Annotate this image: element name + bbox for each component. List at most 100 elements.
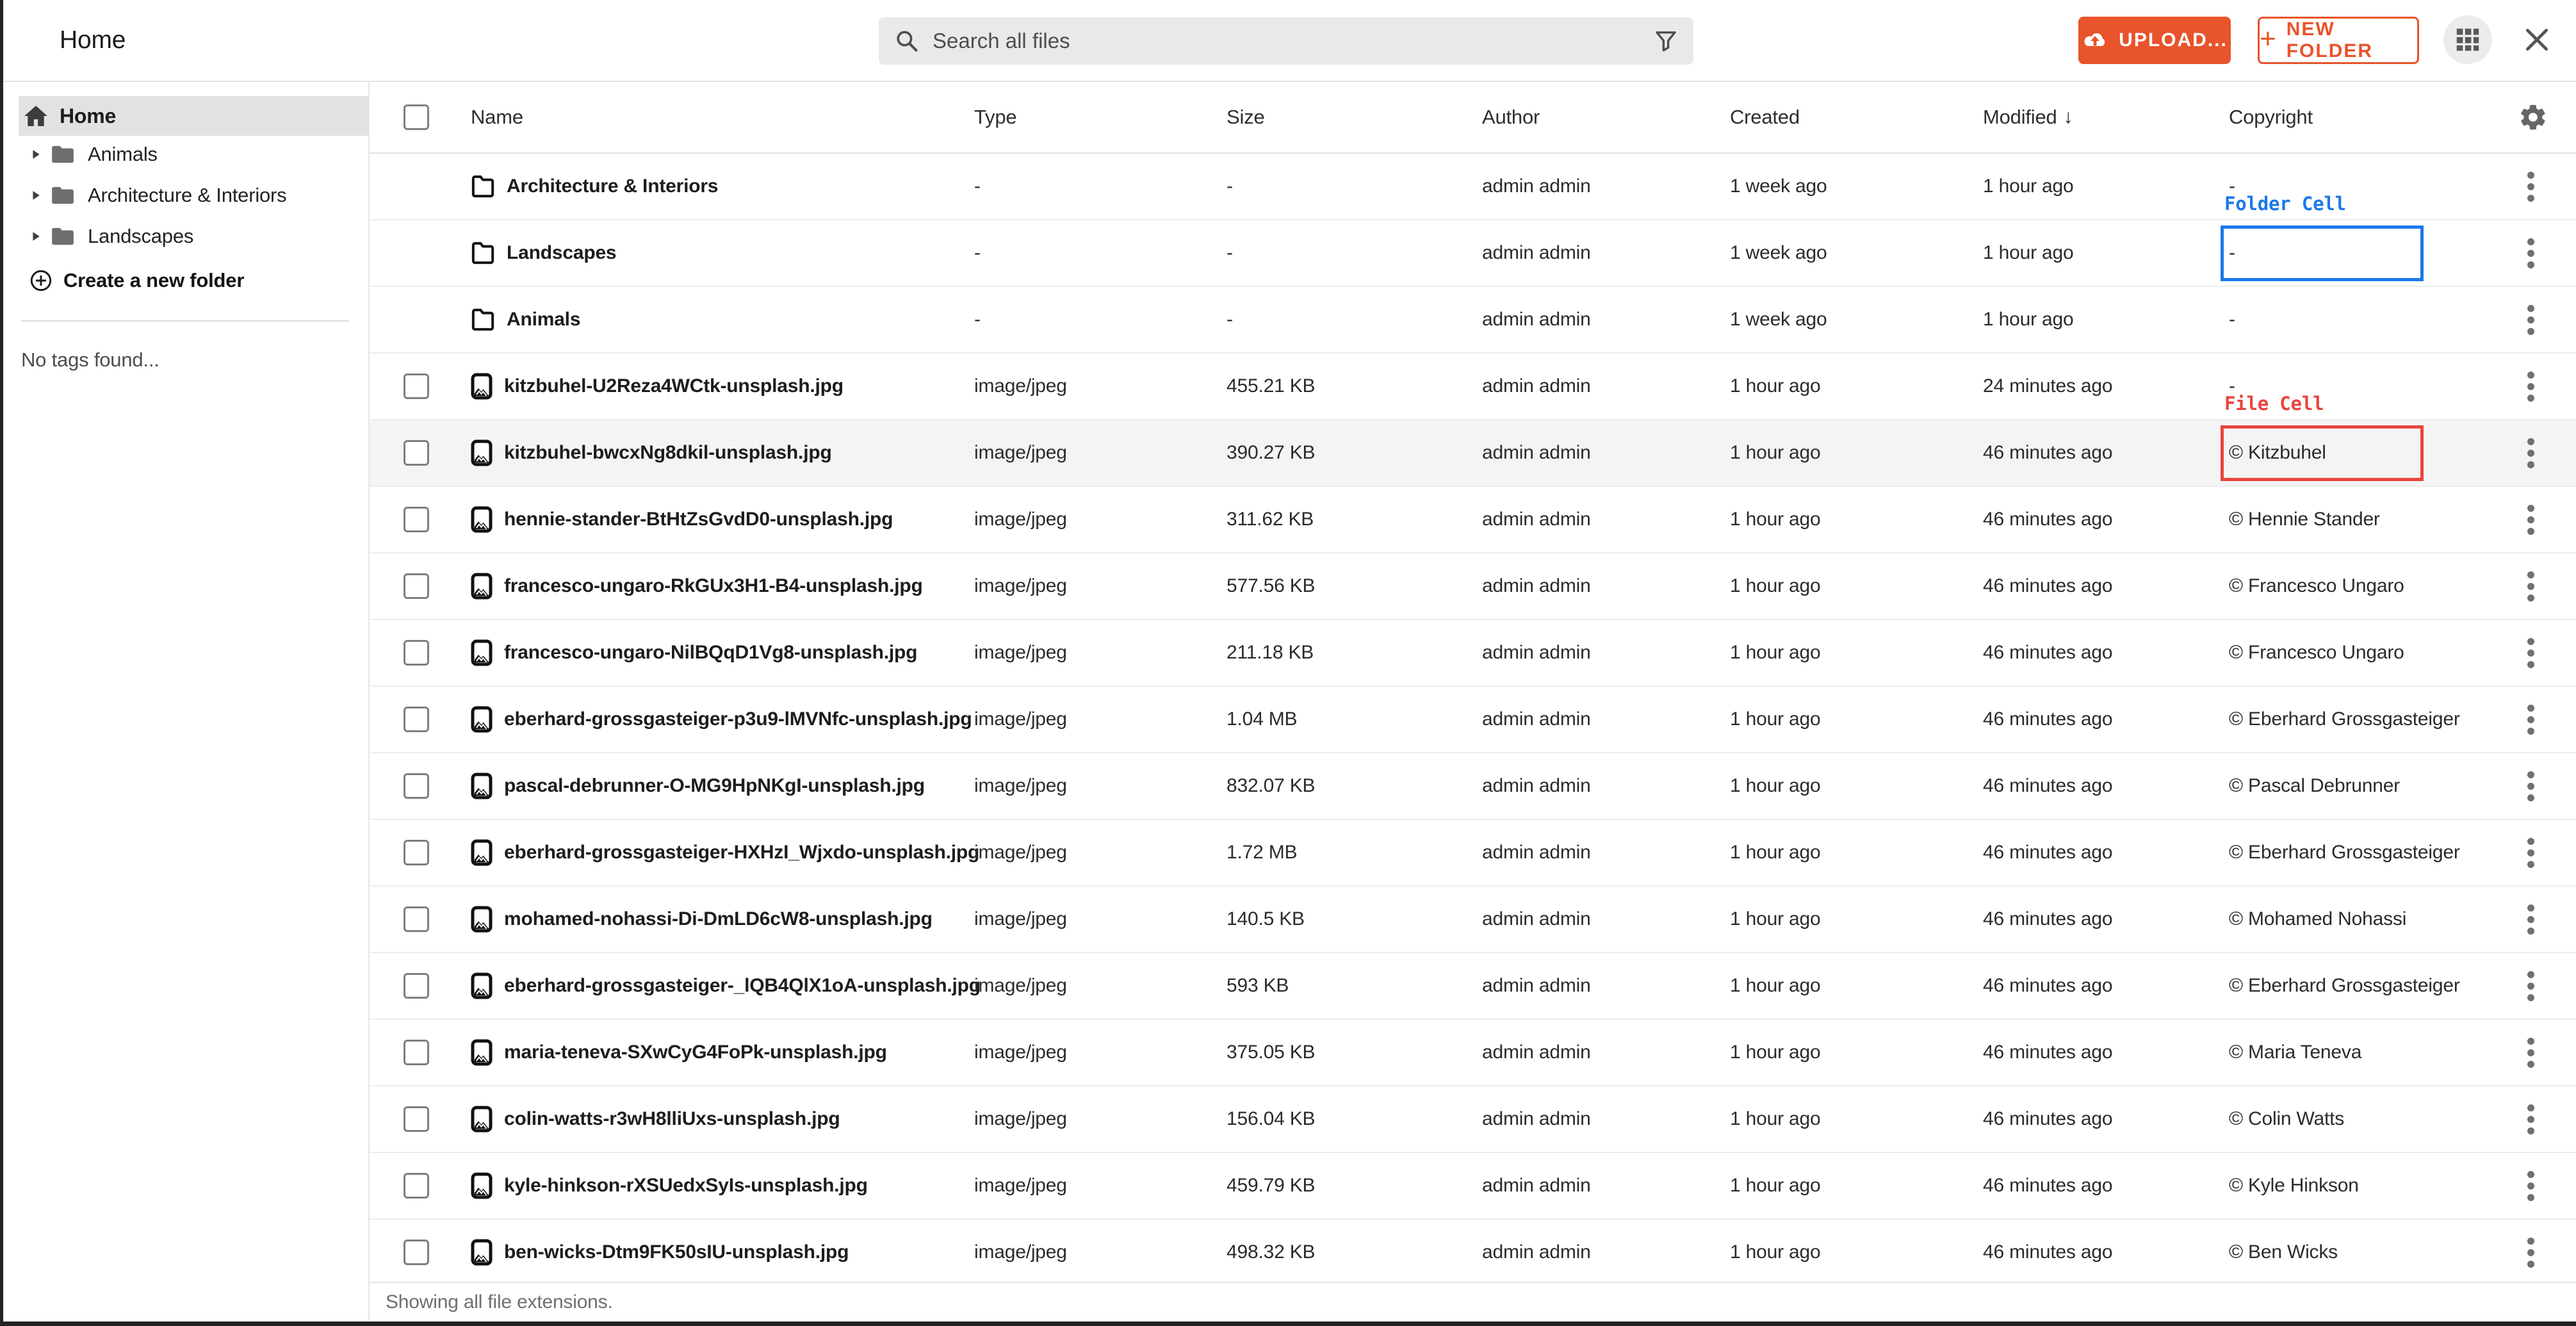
table-row[interactable]: Animals - - admin admin 1 week ago 1 hou… <box>370 287 2576 354</box>
upload-button[interactable]: UPLOAD... <box>2078 17 2231 64</box>
kebab-menu-icon[interactable] <box>2523 701 2538 739</box>
modified-cell: 46 minutes ago <box>1983 708 2113 730</box>
kebab-menu-icon[interactable] <box>2523 368 2538 405</box>
table-row[interactable]: colin-watts-r3wH8lliUxs-unsplash.jpg ima… <box>370 1086 2576 1153</box>
row-name[interactable]: pascal-debrunner-O-MG9HpNKgI-unsplash.jp… <box>504 775 925 797</box>
row-name[interactable]: eberhard-grossgasteiger-_lQB4QlX1oA-unsp… <box>504 975 981 997</box>
kebab-menu-icon[interactable] <box>2523 1101 2538 1138</box>
kebab-menu-icon[interactable] <box>2523 168 2538 206</box>
caret-right-icon[interactable] <box>31 149 40 160</box>
folder-icon <box>471 308 495 331</box>
column-header-author[interactable]: Author <box>1482 82 1730 152</box>
close-button[interactable] <box>2513 15 2561 64</box>
row-checkbox[interactable] <box>404 440 429 466</box>
kebab-menu-icon[interactable] <box>2523 901 2538 938</box>
row-name[interactable]: francesco-ungaro-RkGUx3H1-B4-unsplash.jp… <box>504 575 923 597</box>
row-name[interactable]: ben-wicks-Dtm9FK50sIU-unsplash.jpg <box>504 1241 849 1263</box>
row-name[interactable]: Architecture & Interiors <box>507 176 718 197</box>
table-row[interactable]: eberhard-grossgasteiger-p3u9-lMVNfc-unsp… <box>370 687 2576 753</box>
folder-icon <box>51 227 75 246</box>
row-checkbox[interactable] <box>404 1106 429 1132</box>
select-all-checkbox[interactable] <box>404 104 429 130</box>
row-name[interactable]: francesco-ungaro-NilBQqD1Vg8-unsplash.jp… <box>504 642 917 664</box>
kebab-menu-icon[interactable] <box>2523 834 2538 872</box>
sidebar-item-animals[interactable]: Animals <box>3 134 368 175</box>
new-folder-button[interactable]: + NEW FOLDER <box>2258 17 2419 64</box>
kebab-menu-icon[interactable] <box>2523 967 2538 1005</box>
sidebar-item-landscapes[interactable]: Landscapes <box>3 216 368 257</box>
grid-view-toggle-button[interactable] <box>2443 15 2492 64</box>
search-bar[interactable] <box>879 17 1693 65</box>
author-cell: admin admin <box>1482 1042 1591 1063</box>
kebab-menu-icon[interactable] <box>2523 434 2538 472</box>
row-checkbox[interactable] <box>404 373 429 399</box>
sidebar-item-architecture-interiors[interactable]: Architecture & Interiors <box>3 175 368 216</box>
row-name[interactable]: hennie-stander-BtHtZsGvdD0-unsplash.jpg <box>504 509 893 530</box>
table-row[interactable]: francesco-ungaro-NilBQqD1Vg8-unsplash.jp… <box>370 620 2576 687</box>
table-row[interactable]: mohamed-nohassi-Di-DmLD6cW8-unsplash.jpg… <box>370 887 2576 953</box>
search-input[interactable] <box>933 29 1641 53</box>
row-checkbox[interactable] <box>404 1040 429 1065</box>
row-checkbox[interactable] <box>404 840 429 865</box>
table-row[interactable]: hennie-stander-BtHtZsGvdD0-unsplash.jpg … <box>370 487 2576 553</box>
row-name[interactable]: eberhard-grossgasteiger-p3u9-lMVNfc-unsp… <box>504 708 972 730</box>
table-row[interactable]: eberhard-grossgasteiger-HXHzI_Wjxdo-unsp… <box>370 820 2576 887</box>
column-header-type[interactable]: Type <box>974 82 1227 152</box>
kebab-menu-icon[interactable] <box>2523 1234 2538 1272</box>
column-header-created[interactable]: Created <box>1730 82 1983 152</box>
column-header-size[interactable]: Size <box>1227 82 1482 152</box>
row-checkbox[interactable] <box>404 1240 429 1265</box>
table-row[interactable]: Landscapes - - admin admin 1 week ago 1 … <box>370 193 2576 287</box>
table-row[interactable]: ben-wicks-Dtm9FK50sIU-unsplash.jpg image… <box>370 1220 2576 1282</box>
row-name[interactable]: kyle-hinkson-rXSUedxSyIs-unsplash.jpg <box>504 1175 868 1197</box>
kebab-menu-icon[interactable] <box>2523 568 2538 605</box>
column-header-name[interactable]: Name <box>471 82 974 152</box>
row-name[interactable]: Animals <box>507 309 581 331</box>
row-name[interactable]: colin-watts-r3wH8lliUxs-unsplash.jpg <box>504 1108 840 1130</box>
row-name[interactable]: maria-teneva-SXwCyG4FoPk-unsplash.jpg <box>504 1042 887 1063</box>
row-name[interactable]: kitzbuhel-bwcxNg8dkil-unsplash.jpg <box>504 442 832 464</box>
table-row[interactable]: pascal-debrunner-O-MG9HpNKgI-unsplash.jp… <box>370 753 2576 820</box>
upload-button-label: UPLOAD... <box>2119 29 2228 51</box>
modified-cell: 46 minutes ago <box>1983 1175 2113 1196</box>
table-row[interactable]: eberhard-grossgasteiger-_lQB4QlX1oA-unsp… <box>370 953 2576 1020</box>
row-checkbox[interactable] <box>404 640 429 666</box>
size-cell: 498.32 KB <box>1227 1241 1316 1263</box>
copyright-cell: © Kyle Hinkson <box>2229 1175 2359 1196</box>
size-cell: 832.07 KB <box>1227 775 1316 796</box>
row-name[interactable]: Landscapes <box>507 242 617 264</box>
row-checkbox[interactable] <box>404 507 429 532</box>
kebab-menu-icon[interactable] <box>2523 301 2538 339</box>
row-name[interactable]: eberhard-grossgasteiger-HXHzI_Wjxdo-unsp… <box>504 842 979 864</box>
table-row[interactable]: kitzbuhel-bwcxNg8dkil-unsplash.jpg image… <box>370 393 2576 487</box>
row-checkbox[interactable] <box>404 906 429 932</box>
table-row[interactable]: francesco-ungaro-RkGUx3H1-B4-unsplash.jp… <box>370 553 2576 620</box>
kebab-menu-icon[interactable] <box>2523 634 2538 672</box>
row-checkbox[interactable] <box>404 573 429 599</box>
kebab-menu-icon[interactable] <box>2523 1034 2538 1072</box>
row-checkbox[interactable] <box>404 707 429 732</box>
created-cell: 1 hour ago <box>1730 575 1821 596</box>
kebab-menu-icon[interactable] <box>2523 501 2538 539</box>
column-header-modified[interactable]: Modified ↓ <box>1983 82 2229 152</box>
gear-icon[interactable] <box>2518 102 2548 132</box>
create-new-folder-button[interactable]: Create a new folder <box>3 260 368 301</box>
table-row[interactable]: kyle-hinkson-rXSUedxSyIs-unsplash.jpg im… <box>370 1153 2576 1220</box>
kebab-menu-icon[interactable] <box>2523 234 2538 272</box>
caret-right-icon[interactable] <box>31 190 40 201</box>
kebab-menu-icon[interactable] <box>2523 767 2538 805</box>
row-checkbox[interactable] <box>404 773 429 799</box>
file-manager-window: Home UPLOAD... + NEW FOLDER <box>0 0 2576 1326</box>
column-header-copyright[interactable]: Copyright <box>2229 82 2517 152</box>
caret-right-icon[interactable] <box>31 231 40 241</box>
row-checkbox[interactable] <box>404 973 429 999</box>
kebab-menu-icon[interactable] <box>2523 1167 2538 1205</box>
sidebar-item-label: Landscapes <box>88 225 194 247</box>
row-name[interactable]: kitzbuhel-U2Reza4WCtk-unsplash.jpg <box>504 375 844 397</box>
filter-icon[interactable] <box>1655 30 1677 52</box>
sidebar-item-home[interactable]: Home <box>19 96 368 136</box>
author-cell: admin admin <box>1482 442 1591 463</box>
table-row[interactable]: maria-teneva-SXwCyG4FoPk-unsplash.jpg im… <box>370 1020 2576 1086</box>
row-checkbox[interactable] <box>404 1173 429 1199</box>
row-name[interactable]: mohamed-nohassi-Di-DmLD6cW8-unsplash.jpg <box>504 908 933 930</box>
